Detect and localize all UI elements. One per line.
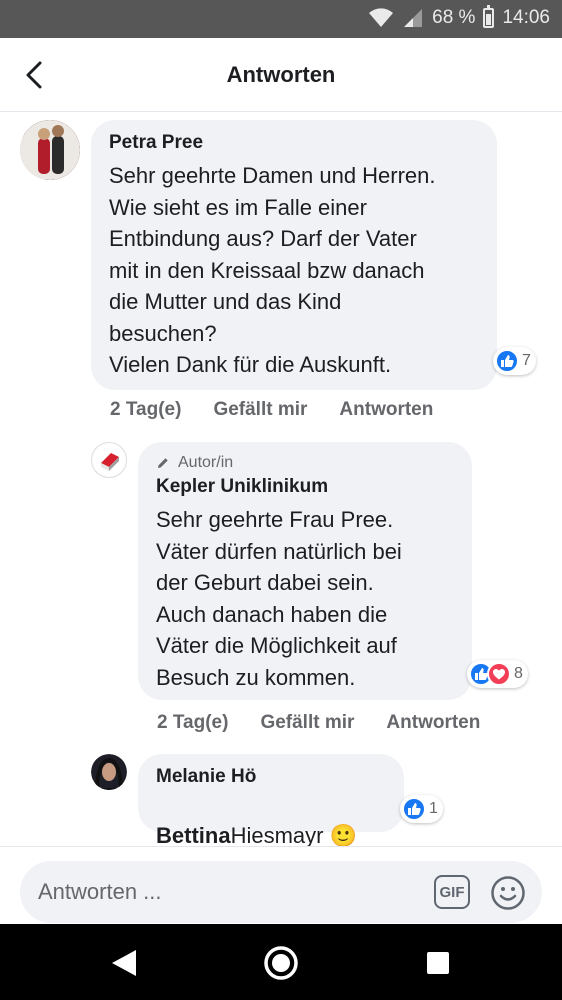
comment-text: Sehr geehrte Damen und Herren. Wie sieht… [109, 163, 436, 377]
triangle-back-icon[interactable] [110, 948, 138, 978]
reply-link[interactable]: Antworten [339, 399, 433, 421]
comment-bubble-kepler[interactable]: Autor/in Kepler Uniklinikum Sehr geehrte… [138, 442, 472, 700]
thumbs-up-icon [402, 797, 426, 821]
author-badge: Autor/in [156, 454, 454, 472]
reply-link[interactable]: Antworten [386, 712, 480, 734]
wifi-icon [369, 8, 394, 27]
replies-sheet: Antworten Petra Pree Sehr geehrte Damen … [0, 38, 562, 924]
comment-bubble-petra[interactable]: Petra Pree Sehr geehrte Damen und Herren… [91, 120, 497, 390]
battery-percent: 68 % [432, 7, 476, 28]
comment-actions-petra: 2 Tag(e) Gefällt mir Antworten [110, 399, 433, 421]
avatar-petra[interactable] [20, 120, 80, 180]
circle-home-icon[interactable] [263, 945, 299, 981]
battery-icon [483, 5, 495, 28]
avatar-photo [91, 754, 127, 790]
mention-link[interactable]: Bettina [156, 823, 231, 848]
system-nav-bar [0, 924, 562, 1000]
reply-input[interactable]: Antworten ... GIF [20, 861, 542, 923]
comment-author[interactable]: Kepler Uniklinikum [156, 476, 454, 498]
comment-text: BettinaHiesmayr 🙂 [156, 794, 386, 850]
author-badge-label: Autor/in [178, 454, 234, 471]
avatar-kepler[interactable] [91, 442, 127, 478]
comment-age: 2 Tag(e) [157, 712, 229, 733]
comment-text-rest: Hiesmayr 🙂 [230, 823, 357, 848]
pencil-icon [158, 458, 168, 468]
status-bar: 68 % 14:06 [0, 0, 562, 38]
comment-text: Sehr geehrte Frau Pree. Väter dürfen nat… [156, 507, 402, 690]
clock: 14:06 [502, 7, 550, 28]
comment-age: 2 Tag(e) [110, 399, 182, 420]
status-bar-right: 68 % 14:06 [368, 5, 550, 29]
thumbs-up-icon [495, 349, 519, 373]
reply-composer: Antworten ... GIF [0, 846, 562, 924]
reaction-number: 7 [522, 352, 531, 369]
heart-icon [487, 662, 511, 686]
reaction-count-melanie[interactable]: 1 [400, 795, 443, 823]
like-link[interactable]: Gefällt mir [213, 399, 307, 421]
comment-bubble-melanie[interactable]: Melanie Hö BettinaHiesmayr 🙂 [138, 754, 404, 848]
avatar-photo [20, 120, 80, 180]
kepler-logo [101, 453, 119, 471]
reaction-count-petra[interactable]: 7 [493, 347, 536, 375]
reaction-number: 1 [429, 800, 438, 817]
signal-icon [404, 9, 423, 27]
reply-placeholder: Antworten ... [38, 879, 162, 904]
page-title: Antworten [226, 62, 336, 87]
comment-author[interactable]: Melanie Hö [156, 766, 386, 788]
reaction-number: 8 [514, 665, 523, 682]
comment-author[interactable]: Petra Pree [109, 132, 479, 154]
like-link[interactable]: Gefällt mir [260, 712, 354, 734]
square-recents-icon[interactable] [425, 950, 451, 976]
gif-button[interactable]: GIF [434, 875, 470, 909]
header: Antworten [0, 38, 562, 112]
comment-actions-kepler: 2 Tag(e) Gefällt mir Antworten [157, 712, 480, 734]
avatar-melanie[interactable] [91, 754, 127, 790]
reaction-count-kepler[interactable]: 8 [467, 660, 528, 688]
smiley-icon[interactable] [490, 875, 526, 911]
